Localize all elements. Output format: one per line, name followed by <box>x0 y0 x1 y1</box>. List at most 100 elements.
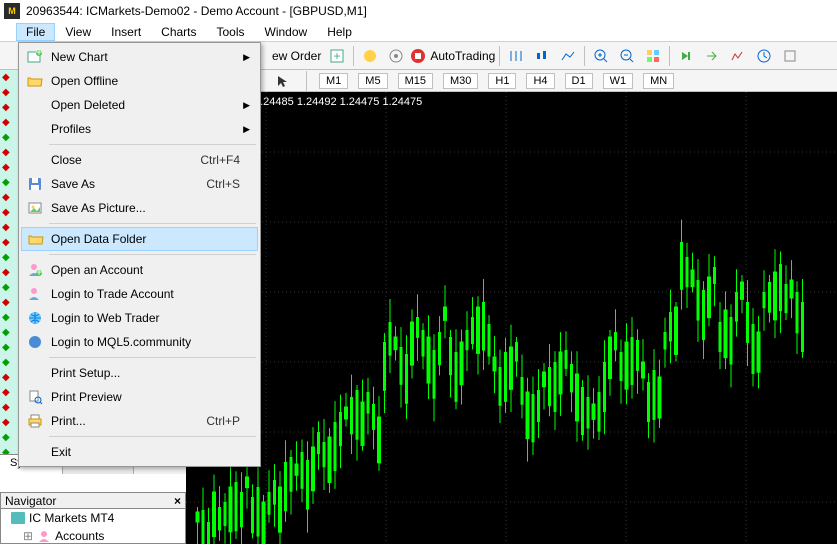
stop-icon <box>410 48 426 64</box>
picture-icon <box>26 199 44 217</box>
arrow-up-icon: ◆ <box>2 432 10 443</box>
menu-window[interactable]: Window <box>255 23 318 41</box>
arrow-up-icon: ◆ <box>2 282 10 293</box>
autotrading-label: AutoTrading <box>430 49 495 63</box>
chart-ohlc-label: 1.24485 1.24492 1.24475 1.24475 <box>246 92 430 112</box>
arrow-down-icon: ◆ <box>2 417 10 428</box>
arrow-down-icon: ◆ <box>2 267 10 278</box>
menu-new-chart[interactable]: + New Chart ▶ <box>21 45 258 69</box>
arrow-down-icon: ◆ <box>2 402 10 413</box>
tree-expand-icon[interactable]: ⊞ <box>23 529 33 543</box>
timeframe-h4[interactable]: H4 <box>526 73 554 89</box>
svg-text:+: + <box>334 49 341 63</box>
submenu-arrow-icon: ▶ <box>243 100 250 111</box>
arrow-down-icon: ◆ <box>2 72 10 83</box>
timeframe-d1[interactable]: D1 <box>565 73 593 89</box>
submenu-arrow-icon: ▶ <box>243 52 250 63</box>
menu-help[interactable]: Help <box>317 23 362 41</box>
arrow-up-icon: ◆ <box>2 252 10 263</box>
menu-print-preview[interactable]: Print Preview <box>21 385 258 409</box>
arrow-up-icon: ◆ <box>2 312 10 323</box>
app-icon: M <box>4 3 20 19</box>
folder-open-icon <box>26 72 44 90</box>
new-order-button[interactable]: ew Order <box>270 49 323 63</box>
timeframe-w1[interactable]: W1 <box>603 73 634 89</box>
arrow-down-icon: ◆ <box>2 102 10 113</box>
tree-root[interactable]: IC Markets MT4 <box>1 509 185 527</box>
candle-chart-icon[interactable] <box>530 45 554 67</box>
accounts-icon <box>37 530 51 542</box>
menu-login-trade[interactable]: Login to Trade Account <box>21 282 258 306</box>
shift-chart-icon[interactable] <box>700 45 724 67</box>
menu-tools[interactable]: Tools <box>207 23 255 41</box>
indicators-icon[interactable] <box>726 45 750 67</box>
arrow-down-icon: ◆ <box>2 117 10 128</box>
cursor-icon[interactable] <box>270 70 294 92</box>
arrow-down-icon: ◆ <box>2 147 10 158</box>
templates-icon[interactable] <box>778 45 802 67</box>
chart-area[interactable]: 1.24485 1.24492 1.24475 1.24475 <box>186 92 837 544</box>
menu-print[interactable]: Print... Ctrl+P <box>21 409 258 433</box>
arrow-down-icon: ◆ <box>2 387 10 398</box>
zoom-out-icon[interactable] <box>615 45 639 67</box>
timeframe-m1[interactable]: M1 <box>319 73 348 89</box>
terminal-icon <box>11 512 25 524</box>
menu-save-as[interactable]: Save As Ctrl+S <box>21 172 258 196</box>
candlestick-chart <box>186 92 837 544</box>
new-chart-icon: + <box>26 48 44 66</box>
menu-file[interactable]: File <box>16 23 55 41</box>
menu-close[interactable]: Close Ctrl+F4 <box>21 148 258 172</box>
arrow-down-icon: ◆ <box>2 237 10 248</box>
arrow-down-icon: ◆ <box>2 207 10 218</box>
windows-icon[interactable] <box>641 45 665 67</box>
menu-open-data-folder[interactable]: Open Data Folder <box>21 227 258 251</box>
menu-open-offline[interactable]: Open Offline <box>21 69 258 93</box>
menu-open-account[interactable]: + Open an Account <box>21 258 258 282</box>
timeframe-h1[interactable]: H1 <box>488 73 516 89</box>
arrow-down-icon: ◆ <box>2 192 10 203</box>
account-add-icon: + <box>26 261 44 279</box>
arrow-down-icon: ◆ <box>2 87 10 98</box>
menu-view[interactable]: View <box>55 23 101 41</box>
menu-login-web[interactable]: Login to Web Trader <box>21 306 258 330</box>
window-title: 20963544: ICMarkets-Demo02 - Demo Accoun… <box>26 4 367 18</box>
arrow-up-icon: ◆ <box>2 177 10 188</box>
navigator-close-icon[interactable]: × <box>174 494 185 508</box>
menu-charts[interactable]: Charts <box>151 23 206 41</box>
printer-icon <box>26 412 44 430</box>
svg-text:+: + <box>35 49 42 59</box>
arrow-down-icon: ◆ <box>2 222 10 233</box>
autotrading-button[interactable]: AutoTrading <box>410 48 495 64</box>
navigator-panel: Navigator × IC Markets MT4 ⊞ Accounts <box>0 492 186 544</box>
svg-text:+: + <box>35 265 42 278</box>
web-icon <box>26 309 44 327</box>
menu-exit[interactable]: Exit <box>21 440 258 464</box>
tree-accounts[interactable]: ⊞ Accounts <box>1 527 185 545</box>
submenu-arrow-icon: ▶ <box>243 124 250 135</box>
line-chart-icon[interactable] <box>556 45 580 67</box>
arrow-up-icon: ◆ <box>2 357 10 368</box>
menu-open-deleted[interactable]: Open Deleted ▶ <box>21 93 258 117</box>
arrow-down-icon: ◆ <box>2 162 10 173</box>
titlebar: M 20963544: ICMarkets-Demo02 - Demo Acco… <box>0 0 837 22</box>
menu-profiles[interactable]: Profiles ▶ <box>21 117 258 141</box>
target-icon[interactable] <box>384 45 408 67</box>
arrow-down-icon: ◆ <box>2 372 10 383</box>
menu-print-setup[interactable]: Print Setup... <box>21 361 258 385</box>
timeframe-m5[interactable]: M5 <box>358 73 387 89</box>
timeframe-mn[interactable]: MN <box>643 73 674 89</box>
expert-advisors-icon[interactable] <box>358 45 382 67</box>
arrow-down-icon: ◆ <box>2 297 10 308</box>
new-order-icon[interactable]: + <box>325 45 349 67</box>
scroll-end-icon[interactable] <box>674 45 698 67</box>
folder-icon <box>27 230 45 248</box>
menu-insert[interactable]: Insert <box>101 23 151 41</box>
zoom-in-icon[interactable] <box>589 45 613 67</box>
mql5-icon <box>26 333 44 351</box>
periodicity-icon[interactable] <box>752 45 776 67</box>
timeframe-m30[interactable]: M30 <box>443 73 478 89</box>
timeframe-m15[interactable]: M15 <box>398 73 433 89</box>
menu-login-mql5[interactable]: Login to MQL5.community <box>21 330 258 354</box>
bar-chart-icon[interactable] <box>504 45 528 67</box>
menu-save-as-picture[interactable]: Save As Picture... <box>21 196 258 220</box>
